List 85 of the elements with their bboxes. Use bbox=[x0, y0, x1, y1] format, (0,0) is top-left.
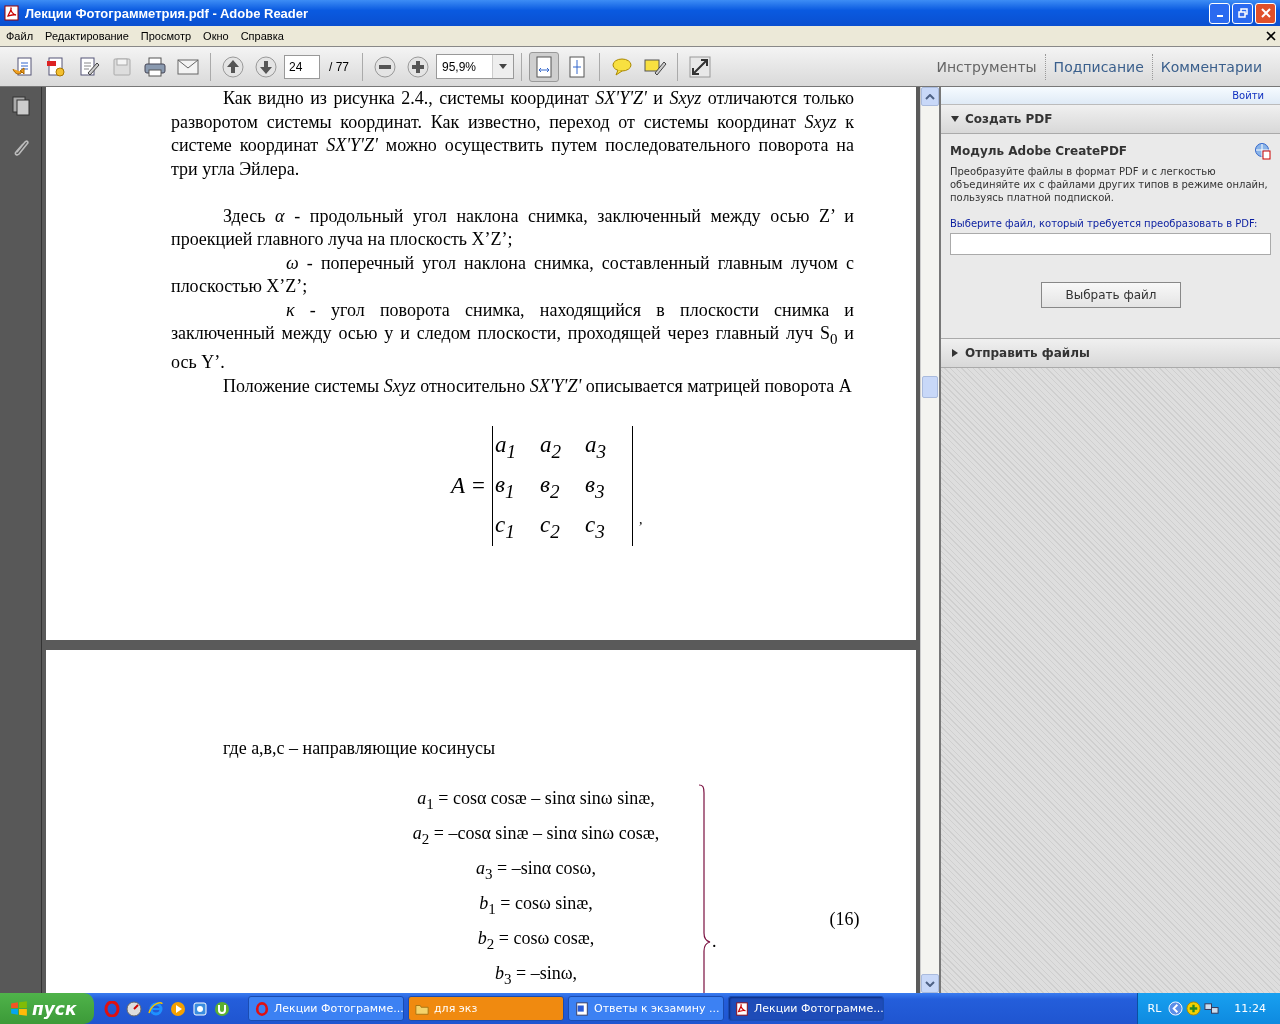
zoom-dropdown[interactable]: 95,9% bbox=[436, 54, 514, 79]
equation: a$_{1}$ = cosα cosæ – sinα sinω sinæ, bbox=[417, 787, 655, 814]
minimize-icon bbox=[1216, 15, 1223, 17]
matrix-entry: c$_{1}$ bbox=[494, 511, 516, 543]
matrix-entry: в$_{3}$ bbox=[584, 471, 606, 503]
equation: a$_{2}$ = –cosα sinæ – sinα sinω cosæ, bbox=[412, 822, 660, 849]
globe-document-icon bbox=[1254, 142, 1272, 160]
matrix-label: A = bbox=[451, 473, 486, 500]
desktop-icon[interactable] bbox=[192, 1000, 208, 1017]
taskbar-button[interactable]: Ответы к экзамину ... bbox=[568, 996, 724, 1021]
pdf-file-icon bbox=[735, 1001, 749, 1016]
paragraph: κ - угол поворота снимка, находящийся в плоскости снимка и заключенный между осью у и следом плоскости, проходящей через главный луч S$_{0}$ и ось Y’. bbox=[171, 298, 854, 375]
equation-number: (16) bbox=[829, 909, 860, 931]
clock: 11:24 bbox=[1234, 1002, 1266, 1015]
taskbar-button[interactable]: Лекции Фотограмме... bbox=[248, 996, 404, 1021]
plus-icon bbox=[406, 54, 430, 79]
paragraph: ω - поперечный угол наклона снимка, составленный главным лучом с плоскостью X’Z’; bbox=[171, 251, 854, 298]
window-title: Лекции Фотограмметрия.pdf - Adobe Reader bbox=[25, 5, 309, 21]
description: Преобразуйте файлы в формат PDF и с легкостью объединяйте их с файлами других типов в режиме онлайн, пользуясь платной подпиской. bbox=[950, 165, 1269, 204]
paragraph: Положение системы Sxyz относительно SX'Y'Z' описывается матрицей поворота А bbox=[222, 374, 853, 398]
menu-item[interactable]: Редактирование bbox=[39, 30, 135, 42]
restore-button[interactable] bbox=[1232, 2, 1253, 24]
matrix-entry: a$_{2}$ bbox=[539, 431, 562, 463]
document-pen-icon bbox=[77, 54, 101, 79]
gauge-icon[interactable] bbox=[126, 1000, 142, 1017]
matrix-entry: a$_{1}$ bbox=[494, 431, 517, 463]
restore-icon bbox=[1237, 8, 1248, 18]
period: . bbox=[712, 931, 717, 951]
up-caret-icon bbox=[925, 93, 935, 100]
taskbar-button[interactable]: Лекции Фотограмме... bbox=[728, 996, 884, 1021]
equation: b$_{2}$ = cosω cosæ, bbox=[477, 927, 595, 954]
matrix-entry: c$_{3}$ bbox=[584, 511, 606, 543]
page-number-field[interactable]: 24 bbox=[284, 54, 320, 79]
pane-tab[interactable]: Подписание bbox=[1045, 58, 1152, 75]
down-caret-icon bbox=[925, 980, 935, 987]
section-header[interactable]: Отправить файлы bbox=[941, 339, 1280, 368]
minus-icon bbox=[373, 54, 397, 79]
paragraph: где а,в,с – направляющие косинусы bbox=[223, 738, 497, 759]
collapsed-triangle-icon bbox=[951, 349, 959, 357]
torrent-icon[interactable] bbox=[214, 1000, 230, 1017]
document-gear-icon bbox=[44, 54, 68, 79]
internet-explorer-icon[interactable] bbox=[148, 1000, 164, 1017]
printer-icon bbox=[143, 54, 167, 79]
pages-icon[interactable] bbox=[10, 95, 31, 117]
minimize-button[interactable] bbox=[1209, 2, 1230, 24]
section-title: Создать PDF bbox=[965, 112, 1053, 126]
choose-file-button[interactable]: Выбрать файл bbox=[1041, 282, 1181, 308]
network-icon[interactable] bbox=[1204, 1001, 1220, 1016]
vertical-scrollbar[interactable] bbox=[920, 87, 939, 993]
section-title: Отправить файлы bbox=[965, 346, 1090, 360]
caret-icon bbox=[499, 64, 507, 69]
scroll-thumb[interactable] bbox=[922, 376, 938, 398]
opera-icon bbox=[255, 1001, 269, 1016]
menu-item[interactable]: Справка bbox=[234, 30, 290, 42]
menu-item[interactable]: Просмотр bbox=[134, 30, 198, 42]
sign-in-link[interactable]: Войти bbox=[1232, 90, 1264, 101]
file-field[interactable] bbox=[950, 233, 1271, 255]
section-header[interactable]: Создать PDF bbox=[941, 105, 1280, 134]
fit-page-button[interactable] bbox=[529, 51, 559, 82]
menu-item[interactable]: Файл bbox=[0, 30, 40, 42]
matrix-entry: в$_{1}$ bbox=[494, 471, 516, 503]
equation: b$_{3}$ = –sinω, bbox=[495, 962, 577, 989]
menu-item[interactable]: Окно bbox=[197, 30, 235, 42]
document-arrow-icon bbox=[11, 54, 35, 79]
windows-flag-icon bbox=[10, 999, 28, 1018]
expanded-triangle-icon bbox=[951, 115, 959, 123]
module-title: Модуль Adobe CreatePDF bbox=[950, 144, 1128, 158]
comma: , bbox=[638, 512, 643, 529]
pane-tab[interactable]: Комментарии bbox=[1152, 58, 1270, 75]
matrix-entry: a$_{3}$ bbox=[584, 431, 607, 463]
document-icon bbox=[575, 1001, 589, 1016]
media-player-icon[interactable] bbox=[170, 1000, 186, 1017]
page-count: / 77 bbox=[328, 59, 350, 74]
matrix-entry: в$_{2}$ bbox=[539, 471, 561, 503]
expand-arrows-icon bbox=[688, 54, 712, 79]
matrix-entry: c$_{2}$ bbox=[539, 511, 561, 543]
paragraph: Как видно из рисунка 2.4., системы координат SX'Y'Z' и Sxyz отличаются только разворотом системы координат. Как известно, переход от системы координат Sxyz к системе координат SX'Y'Z' можно осуществить путем последовательного поворота на три угла Эйлера. bbox=[171, 87, 854, 181]
equation: b$_{1}$ = cosω sinæ, bbox=[479, 892, 593, 919]
close-icon bbox=[1260, 8, 1271, 18]
equation: a$_{3}$ = –sinα cosω, bbox=[476, 857, 596, 884]
file-prompt: Выберите файл, который требуется преобразовать в PDF: bbox=[950, 218, 1259, 229]
close-icon[interactable] bbox=[1266, 31, 1276, 41]
paragraph: Здесь α - продольный угол наклона снимка, заключенный между осью Z’ и проекцией главного луча на плоскость X’Z’; bbox=[171, 204, 854, 251]
pdf-file-icon bbox=[4, 5, 20, 21]
close-button[interactable] bbox=[1255, 2, 1276, 24]
